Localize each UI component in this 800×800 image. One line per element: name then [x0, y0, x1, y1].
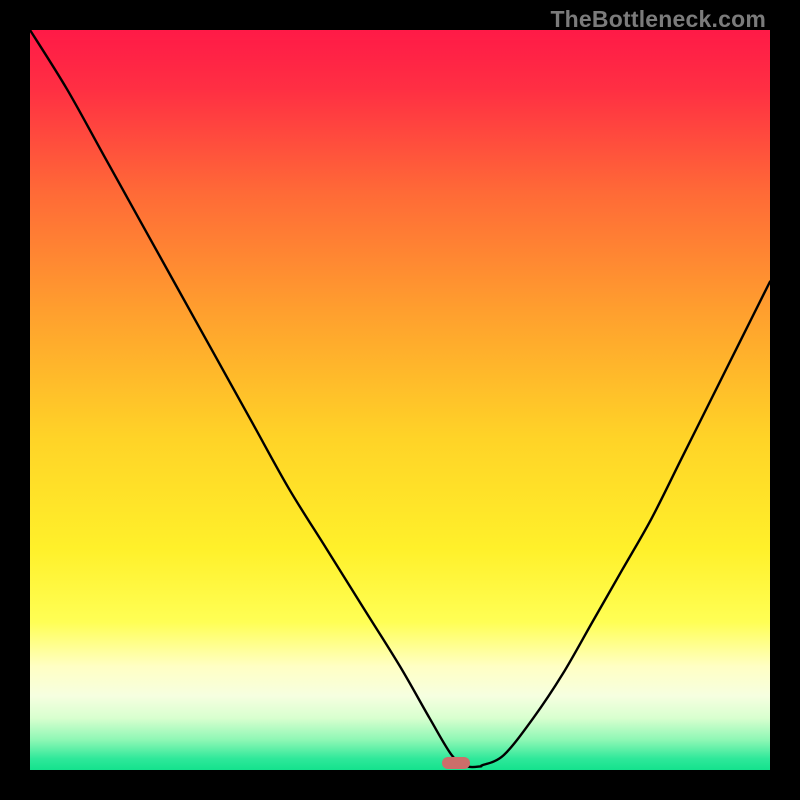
watermark-text: TheBottleneck.com	[550, 6, 766, 33]
bottleneck-curve	[30, 30, 770, 770]
chart-frame: TheBottleneck.com	[0, 0, 800, 800]
optimal-point-marker	[442, 757, 470, 769]
curve-left-branch	[30, 30, 481, 767]
plot-area	[30, 30, 770, 770]
curve-right-branch	[481, 282, 770, 766]
